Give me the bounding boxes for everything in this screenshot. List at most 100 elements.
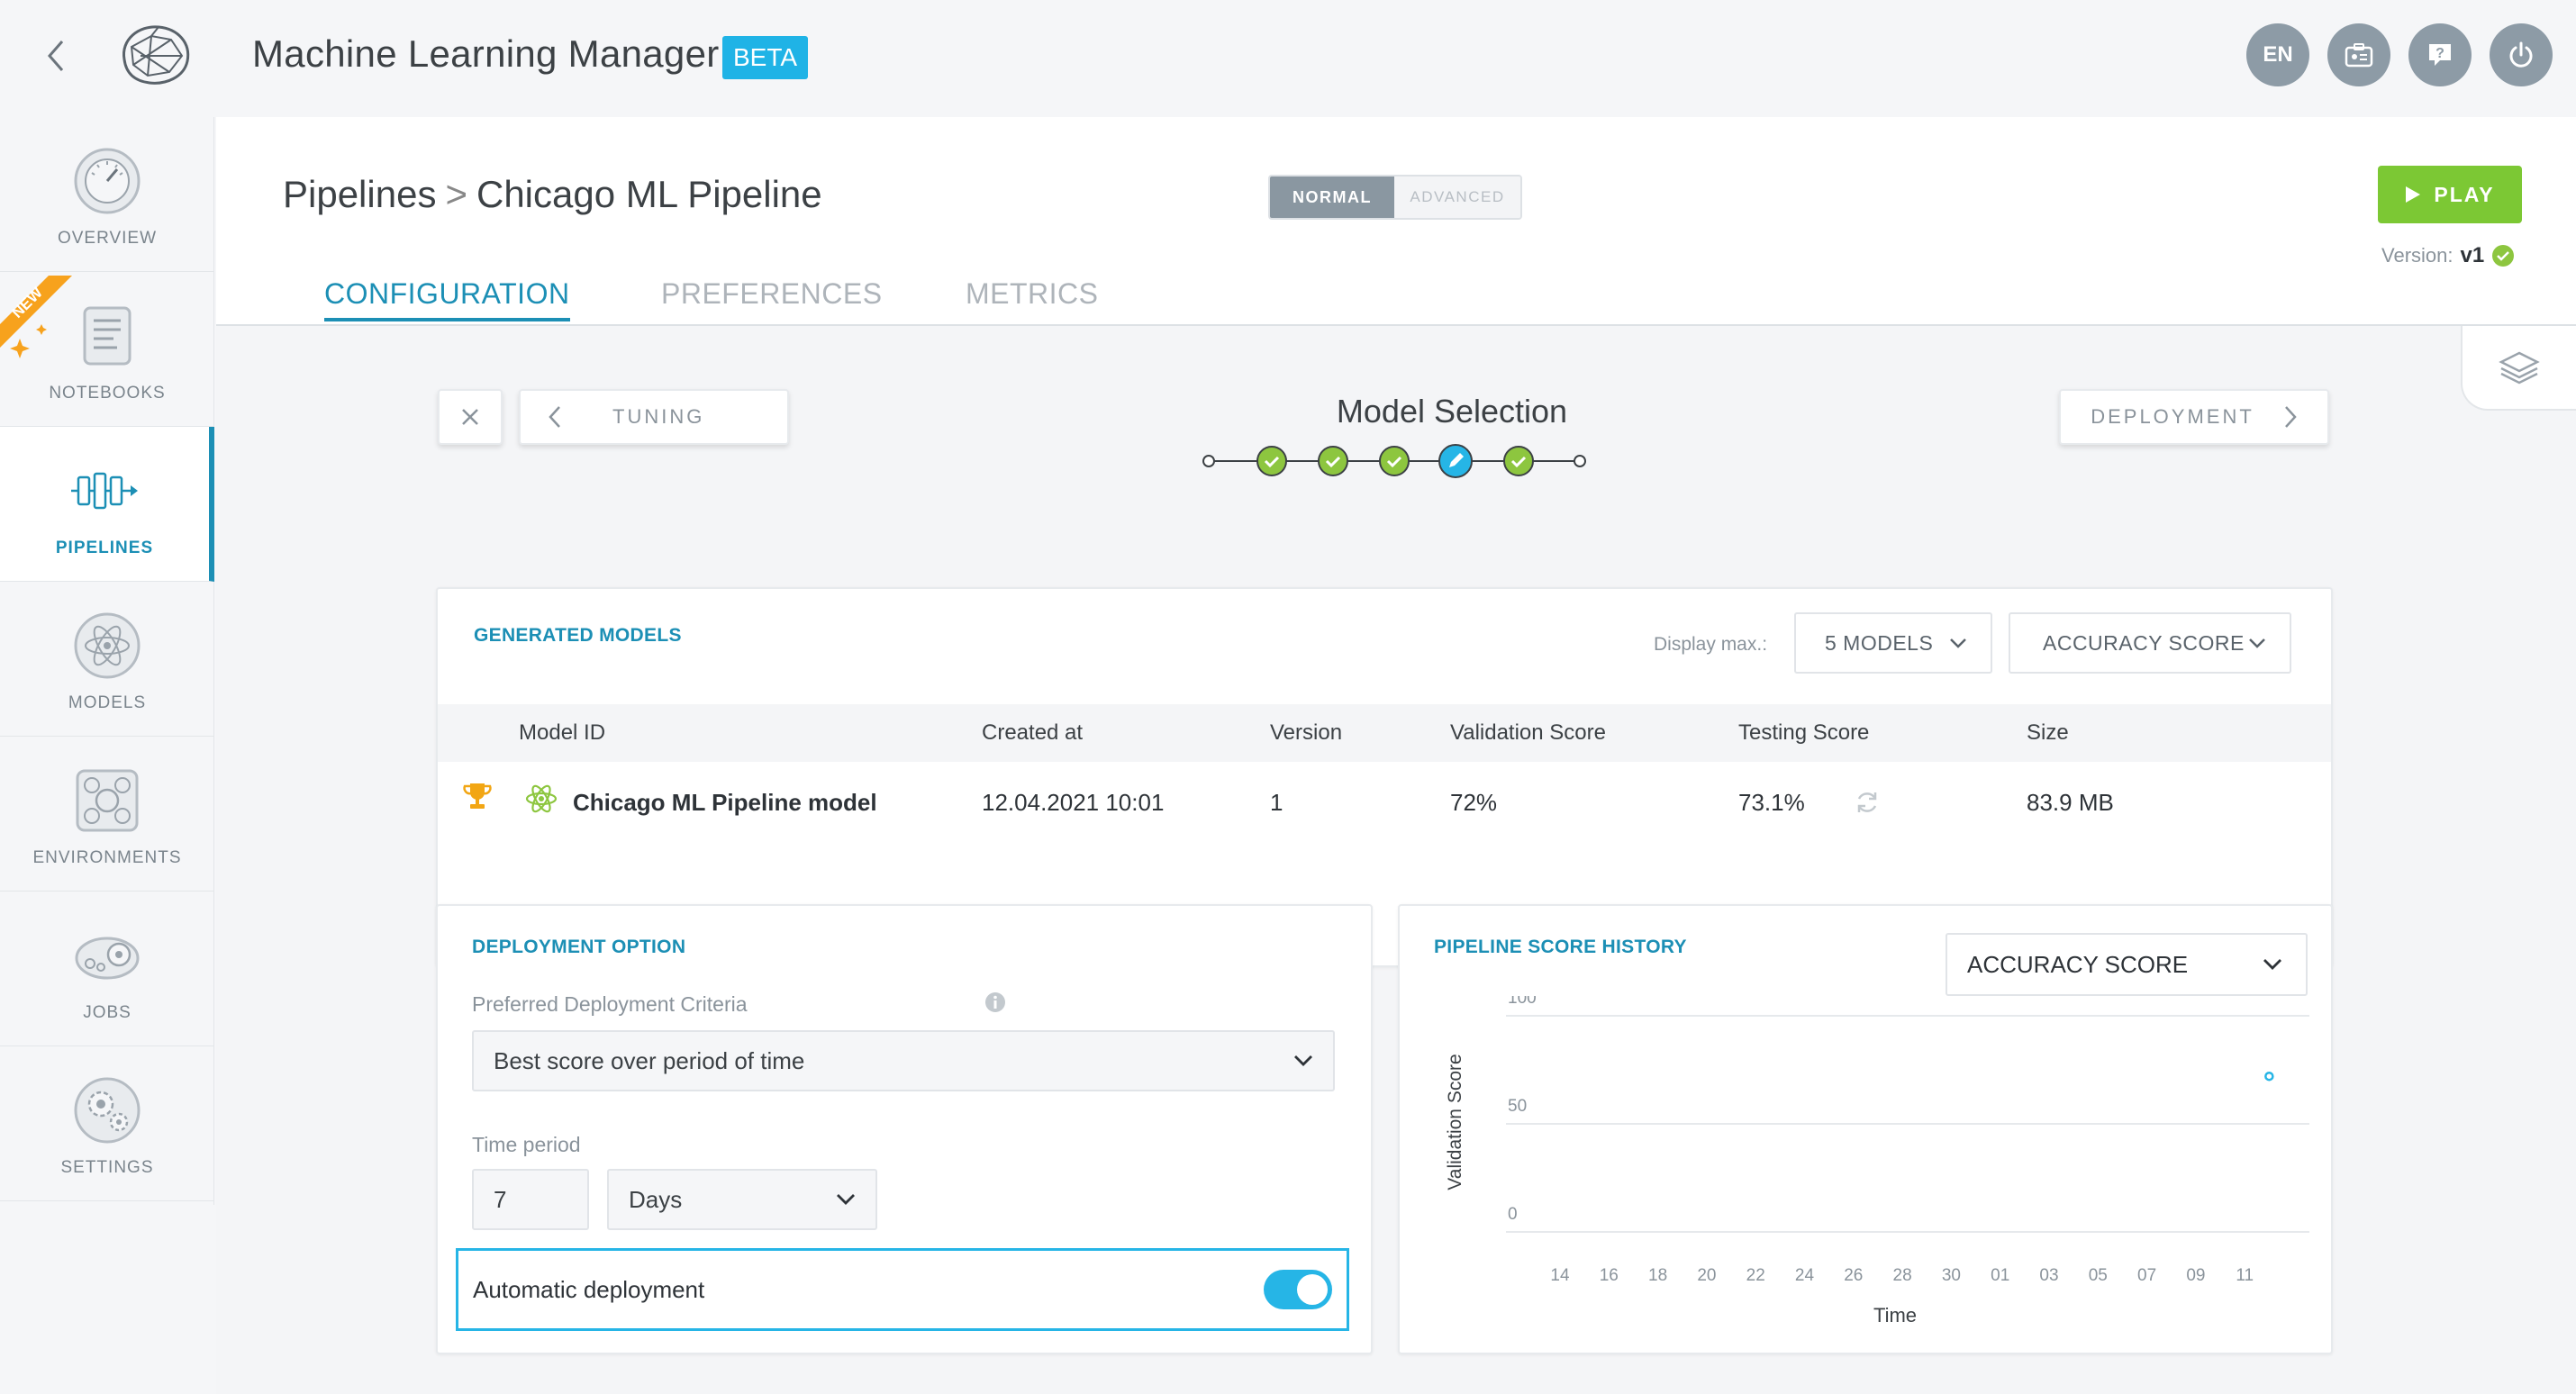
step-title: Model Selection bbox=[1336, 393, 1568, 430]
layers-toggle[interactable] bbox=[2461, 326, 2576, 411]
notebook-icon bbox=[83, 306, 132, 366]
automatic-deployment-toggle[interactable] bbox=[1264, 1270, 1332, 1309]
chevron-down-icon bbox=[2263, 959, 2281, 970]
step-current-edit-icon[interactable] bbox=[1438, 444, 1473, 478]
x-tick-label: 22 bbox=[1746, 1266, 1765, 1285]
history-score-type-dropdown[interactable]: ACCURACY SCORE bbox=[1946, 933, 2308, 996]
size-cell: 83.9 MB bbox=[2027, 789, 2114, 816]
info-icon[interactable] bbox=[984, 991, 1007, 1014]
svg-text:?: ? bbox=[2435, 46, 2444, 61]
step-done-icon[interactable] bbox=[1503, 446, 1534, 476]
sidebar-item-label: OVERVIEW bbox=[57, 229, 158, 248]
time-period-value: 7 bbox=[494, 1185, 507, 1213]
step-endpoint bbox=[1574, 455, 1586, 467]
column-header: Testing Score bbox=[1738, 720, 1870, 745]
play-icon bbox=[2406, 186, 2421, 203]
x-tick-label: 03 bbox=[2039, 1266, 2058, 1285]
pipeline-icon bbox=[71, 472, 138, 510]
mode-advanced-button[interactable]: ADVANCED bbox=[1394, 177, 1520, 218]
deployment-option-card: DEPLOYMENT OPTION Preferred Deployment C… bbox=[436, 904, 1373, 1354]
step-done-icon[interactable] bbox=[1318, 446, 1348, 476]
chevron-down-icon bbox=[1950, 638, 1966, 648]
chevron-left-icon bbox=[549, 406, 560, 428]
column-header: Size bbox=[2027, 720, 2069, 745]
gauge-icon bbox=[74, 148, 141, 214]
profile-card-icon[interactable] bbox=[2327, 23, 2390, 86]
previous-step-label: TUNING bbox=[612, 405, 705, 428]
back-chevron-icon[interactable] bbox=[38, 38, 74, 74]
breadcrumb: Pipelines > Chicago ML Pipeline bbox=[283, 173, 822, 216]
time-period-label: Time period bbox=[472, 1133, 581, 1156]
model-id-cell[interactable]: Chicago ML Pipeline model bbox=[573, 789, 877, 817]
x-tick-label: 11 bbox=[2236, 1266, 2254, 1285]
sidebar-item-environments[interactable]: ENVIRONMENTS bbox=[0, 737, 214, 892]
trophy-icon bbox=[463, 783, 492, 809]
x-tick-label: 28 bbox=[1893, 1266, 1912, 1285]
mode-normal-button[interactable]: NORMAL bbox=[1270, 177, 1394, 218]
sidebar-item-label: MODELS bbox=[68, 693, 147, 712]
score-type-dropdown[interactable]: ACCURACY SCORE bbox=[2009, 612, 2291, 674]
time-unit-select[interactable]: Days bbox=[607, 1169, 877, 1230]
tab-preferences[interactable]: PREFERENCES bbox=[661, 277, 883, 318]
top-bar: Machine Learning Manager BETA EN ? bbox=[0, 0, 2576, 117]
generated-models-title: GENERATED MODELS bbox=[474, 625, 682, 646]
data-point[interactable] bbox=[2264, 1071, 2274, 1082]
testing-score-cell: 73.1% bbox=[1738, 789, 1805, 816]
sidebar-item-jobs[interactable]: JOBS bbox=[0, 892, 214, 1046]
column-header: Validation Score bbox=[1450, 720, 1606, 745]
time-period-input[interactable]: 7 bbox=[472, 1169, 589, 1230]
chevron-down-icon bbox=[837, 1194, 855, 1205]
gears-icon bbox=[74, 1077, 141, 1144]
previous-step-button[interactable]: TUNING bbox=[519, 389, 789, 445]
power-icon[interactable] bbox=[2490, 23, 2553, 86]
criteria-label: Preferred Deployment Criteria bbox=[472, 992, 748, 1016]
sidebar-item-models[interactable]: MODELS bbox=[0, 582, 214, 737]
sidebar-item-label: PIPELINES bbox=[55, 539, 154, 557]
sparkle-icon bbox=[10, 339, 30, 358]
sidebar-item-settings[interactable]: SETTINGS bbox=[0, 1046, 214, 1201]
play-button[interactable]: PLAY bbox=[2378, 166, 2522, 223]
breadcrumb-root[interactable]: Pipelines bbox=[283, 173, 436, 215]
breadcrumb-current: Chicago ML Pipeline bbox=[476, 173, 822, 215]
deployment-option-title: DEPLOYMENT OPTION bbox=[472, 937, 686, 957]
score-type-value: ACCURACY SCORE bbox=[2043, 630, 2245, 655]
history-score-type-value: ACCURACY SCORE bbox=[1967, 950, 2189, 978]
check-circle-icon bbox=[2492, 245, 2515, 267]
x-tick-label: 20 bbox=[1697, 1266, 1716, 1285]
x-tick-label: 16 bbox=[1600, 1266, 1619, 1285]
language-button[interactable]: EN bbox=[2246, 23, 2309, 86]
atom-icon bbox=[74, 612, 141, 679]
version-cell: 1 bbox=[1270, 789, 1283, 816]
y-tick-label: 100 bbox=[1508, 996, 1537, 1008]
display-max-label: Display max.: bbox=[1654, 634, 1768, 655]
version-info: Version: v1 bbox=[2381, 243, 2515, 268]
sidebar-item-pipelines[interactable]: PIPELINES bbox=[0, 427, 214, 582]
close-wizard-button[interactable] bbox=[438, 389, 503, 445]
layers-icon bbox=[2499, 351, 2540, 385]
display-max-dropdown[interactable]: 5 MODELS bbox=[1794, 612, 1992, 674]
x-tick-label: 26 bbox=[1844, 1266, 1863, 1285]
help-icon[interactable]: ? bbox=[2408, 23, 2472, 86]
criteria-select[interactable]: Best score over period of time bbox=[472, 1030, 1335, 1091]
step-done-icon[interactable] bbox=[1379, 446, 1410, 476]
x-tick-label: 05 bbox=[2089, 1266, 2108, 1285]
x-tick-label: 24 bbox=[1795, 1266, 1815, 1285]
step-done-icon[interactable] bbox=[1256, 446, 1287, 476]
refresh-icon[interactable] bbox=[1854, 789, 1881, 816]
chevron-down-icon bbox=[1294, 1055, 1312, 1066]
next-step-button[interactable]: DEPLOYMENT bbox=[2059, 389, 2329, 445]
close-icon bbox=[462, 409, 478, 425]
version-value: v1 bbox=[2460, 243, 2485, 267]
y-axis-label: Validation Score bbox=[1445, 1054, 1465, 1190]
page-header: Pipelines > Chicago ML Pipeline NORMAL ADV… bbox=[216, 117, 2576, 326]
tab-configuration[interactable]: CONFIGURATION bbox=[324, 277, 570, 321]
tab-metrics[interactable]: METRICS bbox=[966, 277, 1099, 318]
chevron-right-icon bbox=[2284, 406, 2297, 428]
sidebar-item-overview[interactable]: OVERVIEW bbox=[0, 117, 214, 272]
column-header: Created at bbox=[982, 720, 1084, 745]
step-endpoint bbox=[1202, 455, 1215, 467]
environment-icon bbox=[76, 769, 139, 832]
score-history-chart: 0 50 100 14 16 18 20 22 24 26 28 30 01 03 05 07 09 11 Time… bbox=[1445, 996, 2309, 1326]
sidebar-item-label: NOTEBOOKS bbox=[49, 384, 166, 403]
version-label: Version: bbox=[2381, 244, 2454, 267]
